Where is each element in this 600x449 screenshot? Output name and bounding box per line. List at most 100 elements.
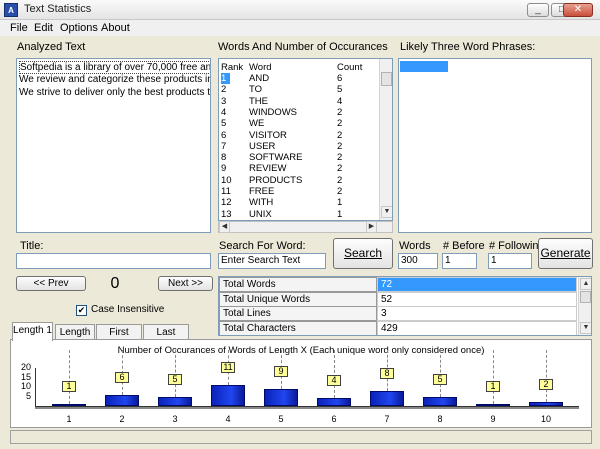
stats-row[interactable]: Total Lines 3	[219, 306, 577, 321]
table-row[interactable]: 12 WITH 1	[219, 197, 377, 208]
row-count: 5	[337, 84, 343, 96]
chart-bar	[370, 390, 404, 406]
row-rank: 9	[221, 163, 227, 175]
words-input[interactable]: 300	[398, 253, 438, 269]
x-tick-label: 4	[225, 414, 231, 424]
table-row[interactable]: 4 WINDOWS 2	[219, 107, 377, 118]
row-word: FREE	[249, 186, 275, 197]
analyzed-line: We strive to deliver only the best produ…	[19, 87, 211, 98]
table-row[interactable]: 6 VISITOR 2	[219, 130, 377, 141]
phrase-selected-item[interactable]	[400, 61, 448, 72]
chart-bar	[211, 385, 245, 406]
analyzed-text-box[interactable]: Softpedia is a library of over 70,000 fr…	[16, 58, 211, 233]
case-insensitive-checkbox[interactable]: ✔	[76, 305, 87, 316]
scroll-up-icon[interactable]: ▲	[580, 278, 591, 290]
minimize-button[interactable]: _	[527, 3, 549, 17]
x-tick-label: 6	[331, 414, 337, 424]
stats-row[interactable]: Total Characters 429	[219, 320, 577, 335]
title-input[interactable]	[16, 253, 211, 269]
chart-data-label: 6	[115, 371, 129, 383]
scrollbar-thumb[interactable]	[381, 72, 392, 86]
before-label: # Before	[443, 240, 485, 252]
stats-value: 72	[377, 277, 577, 292]
tab-length-1[interactable]: Length 1	[12, 322, 53, 341]
search-button[interactable]: Search	[333, 238, 393, 269]
before-input[interactable]: 1	[442, 253, 477, 269]
scroll-down-icon[interactable]: ▼	[381, 206, 392, 218]
table-row[interactable]: 11 FREE 2	[219, 186, 377, 197]
row-word: SOFTWARE	[249, 152, 303, 164]
row-rank: 10	[221, 174, 232, 186]
analyzed-text-title: Analyzed Text	[17, 41, 86, 53]
x-tick-label: 3	[172, 414, 178, 424]
chart-bar	[52, 404, 86, 406]
next-button[interactable]: Next >>	[158, 276, 213, 291]
row-count: 4	[337, 95, 343, 107]
stats-row[interactable]: Total Unique Words 52	[219, 291, 577, 307]
chart-data-label: 1	[62, 381, 76, 392]
table-row[interactable]: 8 SOFTWARE 2	[219, 152, 377, 163]
app-icon[interactable]: A	[4, 3, 18, 17]
chart-area: 20 15 10 5 1 1 6 2 5 3 11 4 9 5 4 6 8 7 5 8 1 9 2 10	[11, 340, 591, 427]
menu-about[interactable]: About	[101, 22, 130, 34]
table-row[interactable]: 13 UNIX 1	[219, 209, 377, 220]
prev-button[interactable]: << Prev	[16, 276, 86, 291]
menu-file[interactable]: File	[10, 22, 28, 34]
y-tick-label: 15	[20, 371, 31, 382]
row-word: VISITOR	[249, 129, 287, 141]
chart-data-label: 1	[486, 381, 500, 392]
row-count: 2	[337, 118, 343, 130]
row-rank: 8	[221, 152, 227, 164]
scroll-left-icon[interactable]: ◀	[219, 221, 230, 233]
chart-bar	[105, 394, 139, 406]
row-word: UNIX	[249, 208, 272, 220]
stats-row[interactable]: Total Words 72	[219, 277, 577, 292]
chart-panel: Number of Occurances of Words of Length …	[10, 339, 592, 428]
header-rank[interactable]: Rank	[221, 62, 243, 73]
table-row[interactable]: 7 USER 2	[219, 141, 377, 152]
title-bar: A Text Statistics _ □ ✕	[0, 0, 600, 20]
x-tick-label: 2	[119, 414, 125, 424]
stats-scrollbar[interactable]: ▲ ▼	[578, 277, 591, 335]
row-rank: 6	[221, 129, 227, 141]
analyzed-line: We review and categorize these products …	[19, 74, 210, 85]
menu-options[interactable]: Options	[60, 22, 98, 34]
analyzed-line: Softpedia is a library of over 70,000 fr…	[19, 61, 210, 74]
row-rank: 1	[221, 73, 231, 84]
generate-button[interactable]: Generate	[538, 238, 593, 269]
row-rank: 7	[221, 140, 227, 152]
table-header: Rank Word Count	[219, 62, 379, 73]
row-word: PRODUCTS	[249, 174, 303, 186]
table-row[interactable]: 5 WE 2	[219, 118, 377, 129]
header-word[interactable]: Word	[249, 62, 272, 73]
row-rank: 11	[221, 186, 231, 197]
label-leader-line	[334, 350, 335, 399]
table-row[interactable]: 2 TO 5	[219, 84, 377, 95]
header-count[interactable]: Count	[337, 62, 362, 73]
generate-button-label: Generate	[540, 246, 591, 260]
stats-scrollbar-thumb[interactable]	[580, 291, 591, 303]
search-button-label: Search	[343, 246, 383, 260]
table-row[interactable]: 10 PRODUCTS 2	[219, 175, 377, 186]
row-count: 2	[337, 152, 343, 164]
row-rank: 12	[221, 197, 232, 209]
close-button[interactable]: ✕	[563, 3, 593, 17]
search-input[interactable]: Enter Search Text	[218, 253, 326, 269]
table-row[interactable]: 1 AND 6	[219, 73, 377, 84]
row-rank: 13	[221, 208, 232, 220]
menu-edit[interactable]: Edit	[34, 22, 53, 34]
stats-value: 429	[377, 320, 577, 335]
words-table[interactable]: Rank Word Count 1 AND 6 2 TO 5 3 THE 4 4 WINDOWS 2 5…	[218, 58, 393, 221]
following-input[interactable]: 1	[488, 253, 532, 269]
table-row[interactable]: 9 REVIEW 2	[219, 163, 377, 174]
words-scrollbar[interactable]: ▼	[379, 59, 392, 220]
scroll-down-icon[interactable]: ▼	[580, 322, 591, 334]
scroll-right-icon[interactable]: ▶	[366, 221, 377, 233]
words-hscrollbar[interactable]: ◀ ▶	[218, 221, 393, 233]
x-tick-label: 1	[66, 414, 72, 424]
stats-table[interactable]: Total Words 72 Total Unique Words 52 Total L…	[218, 276, 592, 336]
phrases-list[interactable]	[398, 58, 592, 233]
table-row[interactable]: 3 THE 4	[219, 96, 377, 107]
row-rank: 4	[221, 106, 227, 118]
y-tick-label: 20	[20, 362, 31, 372]
